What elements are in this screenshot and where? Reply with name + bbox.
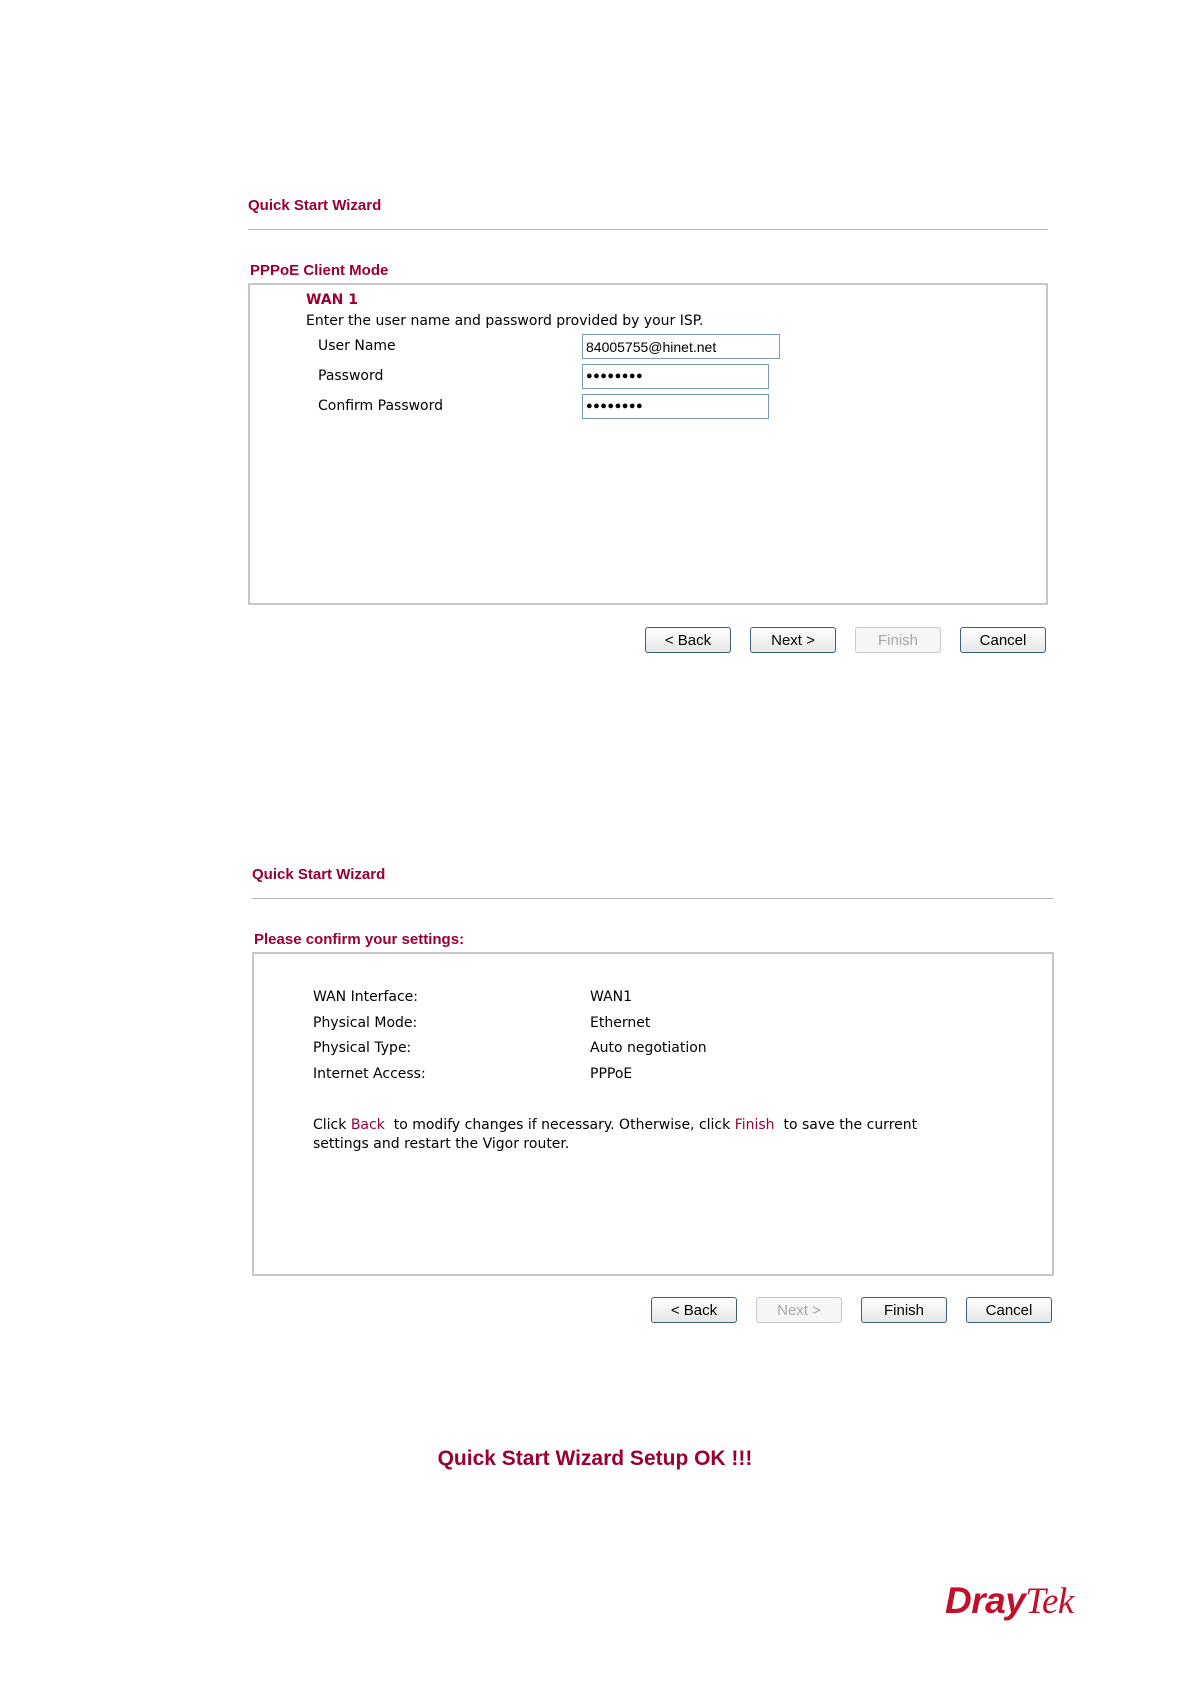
note-back-word: Back (350, 1117, 385, 1133)
confirm-password-label: Confirm Password (318, 398, 444, 414)
confirm-password-input[interactable]: ●●●●●●●● (582, 394, 769, 419)
wizard1-section-title: PPPoE Client Mode (250, 262, 389, 279)
password-input[interactable]: ●●●●●●●● (582, 364, 769, 389)
note-finish-word: Finish (734, 1117, 775, 1133)
wizard1-cancel-button[interactable]: Cancel (960, 627, 1046, 653)
logo-tek: Tek (1025, 1581, 1074, 1622)
setting-value: PPPoE (590, 1066, 633, 1082)
confirm-note-line2: settings and restart the Vigor router. (313, 1136, 570, 1152)
wizard2-next-button: Next > (756, 1297, 842, 1323)
note-text: to modify changes if necessary. Otherwis… (384, 1117, 735, 1133)
wizard1-panel: WAN 1 Enter the user name and password p… (248, 283, 1048, 605)
wizard2-title: Quick Start Wizard (252, 866, 386, 883)
username-input[interactable] (582, 334, 780, 359)
wizard2-back-button[interactable]: < Back (651, 1297, 737, 1323)
logo-dray: Dray (945, 1580, 1026, 1621)
note-text: to save the current (774, 1117, 918, 1133)
wizard2-divider (252, 898, 1054, 899)
setup-ok-message: Quick Start Wizard Setup OK !!! (437, 1447, 753, 1470)
wizard2-cancel-button[interactable]: Cancel (966, 1297, 1052, 1323)
setting-value: Ethernet (590, 1015, 651, 1031)
wizard2-panel: WAN Interface: WAN1 Physical Mode: Ether… (252, 952, 1054, 1276)
wizard1-finish-button: Finish (855, 627, 941, 653)
confirm-note: Click Back to modify changes if necessar… (313, 1117, 917, 1133)
wizard1-back-button[interactable]: < Back (645, 627, 731, 653)
wizard1-divider (248, 229, 1048, 230)
setting-value: Auto negotiation (590, 1040, 707, 1056)
instruction-text: Enter the user name and password provide… (306, 313, 704, 329)
draytek-logo: DrayTek (945, 1580, 1074, 1623)
setting-value: WAN1 (590, 989, 633, 1005)
setting-label: Internet Access: (313, 1066, 426, 1082)
wizard2-finish-button[interactable]: Finish (861, 1297, 947, 1323)
setting-label: Physical Mode: (313, 1015, 418, 1031)
wizard1-next-button[interactable]: Next > (750, 627, 836, 653)
wizard1-title: Quick Start Wizard (248, 197, 382, 214)
setting-label: WAN Interface: (313, 989, 418, 1005)
username-label: User Name (318, 338, 396, 354)
wizard2-section-title: Please confirm your settings: (254, 931, 465, 948)
wan-label: WAN 1 (306, 292, 358, 308)
password-label: Password (318, 368, 384, 384)
setting-label: Physical Type: (313, 1040, 412, 1056)
note-text: Click (313, 1117, 351, 1133)
